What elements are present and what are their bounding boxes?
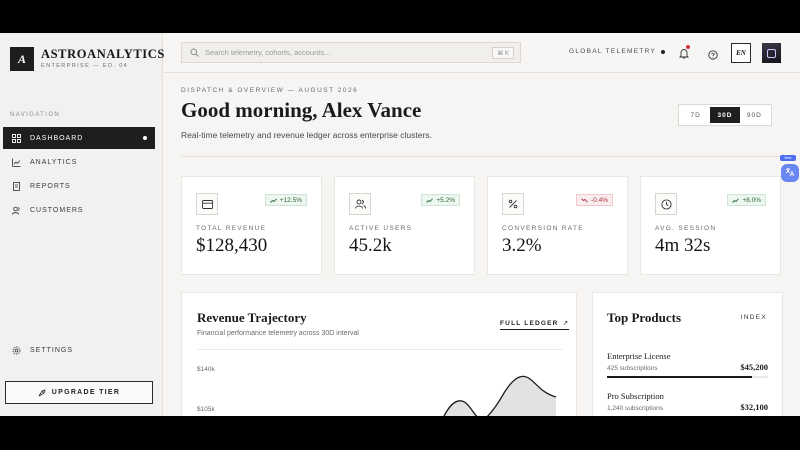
topbar: ⌘ K GLOBAL TELEMETRY EN <box>164 33 800 73</box>
kpi-delta: +8.0% <box>727 194 766 206</box>
kpi-label: CONVERSION RATE <box>502 225 584 232</box>
page-subtitle: Real-time telemetry and revenue ledger a… <box>181 130 432 140</box>
language-switch[interactable]: EN <box>731 43 751 63</box>
sidebar: A ASTROANALYTICS ENTERPRISE — ED. 04 NAV… <box>0 33 165 416</box>
widget-badge: New <box>780 155 796 161</box>
kpi-value: 45.2k <box>349 235 392 256</box>
kpi-value: 4m 32s <box>655 235 711 256</box>
shortcut-hint: ⌘ K <box>492 47 514 59</box>
sidebar-item-label: DASHBOARD <box>30 134 84 142</box>
trend-down-icon <box>581 197 588 203</box>
sidebar-item-analytics[interactable]: ANALYTICS <box>3 151 155 173</box>
users-icon <box>12 206 21 215</box>
page-title: Good morning, Alex Vance <box>181 98 422 122</box>
trend-up-icon <box>426 197 434 203</box>
grid-icon <box>12 133 21 143</box>
kpi-delta-value: +12.5% <box>279 196 302 204</box>
top-products-card: Top Products INDEX Enterprise License 42… <box>592 292 783 416</box>
settings-section: SETTINGS <box>3 339 155 363</box>
status-dot <box>661 49 666 54</box>
range-7d[interactable]: 7D <box>681 107 710 123</box>
trend-up-icon <box>269 197 277 203</box>
translate-widget-button[interactable] <box>781 164 799 182</box>
notifications-button[interactable] <box>678 45 690 64</box>
product-row[interactable]: Enterprise License 425 subscriptions $45… <box>607 351 768 378</box>
clock-icon <box>655 193 677 215</box>
kpi-card-total-revenue[interactable]: +12.5% TOTAL REVENUE $128,430 <box>181 176 322 275</box>
brand-logo: A <box>10 47 34 71</box>
search-input[interactable] <box>205 48 485 57</box>
nav-heading: NAVIGATION <box>10 112 61 118</box>
help-icon <box>708 47 718 64</box>
notification-dot <box>686 45 690 49</box>
sidebar-item-label: CUSTOMERS <box>30 206 84 214</box>
product-revenue: $45,200 <box>740 362 768 372</box>
global-telemetry-toggle[interactable]: GLOBAL TELEMETRY <box>569 48 666 55</box>
kpi-delta: +5.2% <box>421 194 460 206</box>
revenue-area <box>444 376 556 416</box>
upgrade-label: UPGRADE TIER <box>51 389 121 396</box>
sidebar-nav: DASHBOARD ANALYTICS REPORTS CUSTOMERS <box>3 127 155 223</box>
range-90d[interactable]: 90D <box>740 107 769 123</box>
card-title: Top Products <box>607 310 682 325</box>
main-content: DISPATCH & OVERVIEW — AUGUST 2026 Good m… <box>164 74 800 416</box>
percent-icon <box>502 193 524 215</box>
search-box[interactable]: ⌘ K <box>181 42 521 63</box>
kpi-card-conversion-rate[interactable]: -0.4% CONVERSION RATE 3.2% <box>487 176 628 275</box>
kpi-row: +12.5% TOTAL REVENUE $128,430 +5.2% ACTI… <box>181 176 783 275</box>
index-link[interactable]: INDEX <box>741 314 767 321</box>
revenue-chart <box>443 375 557 416</box>
brand-edition: ENTERPRISE — ED. 04 <box>41 63 129 69</box>
sidebar-item-settings[interactable]: SETTINGS <box>3 339 155 361</box>
help-button[interactable] <box>708 47 718 65</box>
brand-name: ASTROANALYTICS <box>41 47 165 61</box>
users-icon <box>349 193 371 215</box>
kpi-delta-value: -0.4% <box>591 196 608 204</box>
sidebar-item-reports[interactable]: REPORTS <box>3 175 155 197</box>
trend-up-icon <box>732 197 740 203</box>
range-30d[interactable]: 30D <box>710 107 740 123</box>
product-share-bar <box>607 376 768 378</box>
sidebar-item-customers[interactable]: CUSTOMERS <box>3 199 155 221</box>
kpi-value: $128,430 <box>196 235 268 256</box>
kpi-card-active-users[interactable]: +5.2% ACTIVE USERS 45.2k <box>334 176 475 275</box>
sidebar-item-label: SETTINGS <box>30 346 74 354</box>
product-name: Pro Subscription <box>607 391 664 401</box>
kpi-delta: +12.5% <box>264 194 307 206</box>
revenue-trajectory-card: Revenue Trajectory Financial performance… <box>181 292 577 416</box>
kpi-label: ACTIVE USERS <box>349 225 413 232</box>
kpi-card-avg-session[interactable]: +8.0% AVG. SESSION 4m 32s <box>640 176 781 275</box>
sidebar-item-label: ANALYTICS <box>30 158 78 166</box>
sidebar-item-dashboard[interactable]: DASHBOARD <box>3 127 155 149</box>
gear-icon <box>12 346 21 355</box>
rocket-icon <box>38 389 46 397</box>
product-revenue: $32,100 <box>740 402 768 412</box>
active-dot <box>143 136 147 140</box>
avatar[interactable] <box>762 43 781 63</box>
product-share-fill <box>607 376 752 378</box>
brand[interactable]: A ASTROANALYTICS ENTERPRISE — ED. 04 <box>10 47 165 71</box>
kpi-delta: -0.4% <box>576 194 613 206</box>
translate-icon <box>785 164 795 182</box>
sidebar-item-label: REPORTS <box>30 182 71 190</box>
kpi-label: AVG. SESSION <box>655 225 717 232</box>
upgrade-tier-button[interactable]: UPGRADE TIER <box>5 381 153 404</box>
kpi-label: TOTAL REVENUE <box>196 225 267 232</box>
product-row[interactable]: Pro Subscription 1,240 subscriptions $32… <box>607 391 768 416</box>
app-window: A ASTROANALYTICS ENTERPRISE — ED. 04 NAV… <box>0 33 800 416</box>
document-icon <box>12 181 21 191</box>
kpi-delta-value: +8.0% <box>742 196 761 204</box>
divider <box>181 156 781 157</box>
page-eyebrow: DISPATCH & OVERVIEW — AUGUST 2026 <box>181 87 359 94</box>
global-telemetry-label: GLOBAL TELEMETRY <box>569 48 657 55</box>
kpi-value: 3.2% <box>502 235 542 256</box>
search-icon <box>190 44 199 62</box>
product-name: Enterprise License <box>607 351 671 361</box>
kpi-delta-value: +5.2% <box>436 196 455 204</box>
card-icon <box>196 193 218 215</box>
trend-icon <box>12 158 21 167</box>
date-range-toggle: 7D 30D 90D <box>678 104 772 126</box>
